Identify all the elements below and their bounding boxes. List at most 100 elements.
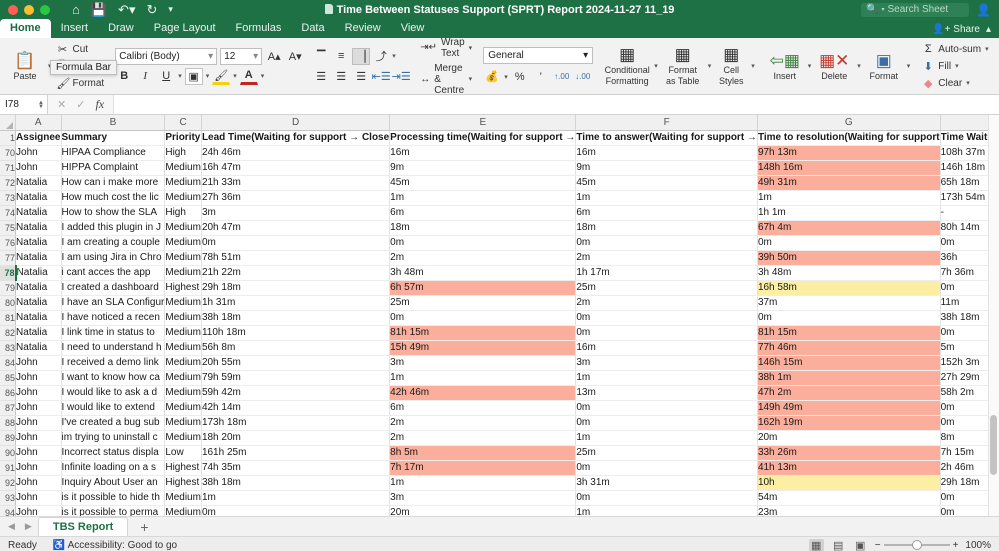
table-cell[interactable]: 54m (757, 490, 940, 505)
normal-view-button[interactable]: ▦ (809, 539, 824, 551)
table-cell[interactable]: I need to understand h (61, 340, 165, 355)
table-cell[interactable]: John (16, 430, 61, 445)
row-header-82[interactable]: 82 (0, 325, 16, 340)
table-cell[interactable]: Medium (165, 265, 202, 280)
table-cell[interactable]: John (16, 490, 61, 505)
table-cell[interactable]: 9m (576, 160, 758, 175)
customize-toolbar-icon[interactable]: ▾ (168, 5, 173, 14)
table-cell[interactable]: Medium (165, 490, 202, 505)
table-cell[interactable]: 38h 1m (757, 370, 940, 385)
table-cell[interactable]: 37m (757, 295, 940, 310)
table-cell[interactable]: HIPAA Compliance (61, 145, 165, 160)
add-sheet-button[interactable]: + (130, 519, 158, 535)
header-cell[interactable]: Priority (165, 130, 202, 145)
merge-centre-button[interactable]: ↔ Merge & Centre ▾ (420, 63, 472, 96)
increase-decimal-button[interactable]: ↑.00 (553, 68, 571, 85)
table-cell[interactable]: How can i make more (61, 175, 165, 190)
table-cell[interactable]: I am using Jira in Chro (61, 250, 165, 265)
table-cell[interactable]: 18m (390, 220, 576, 235)
tab-insert[interactable]: Insert (51, 19, 99, 38)
table-cell[interactable]: 59h 42m (201, 385, 389, 400)
table-cell[interactable]: John (16, 145, 61, 160)
table-cell[interactable]: I've created a bug sub (61, 415, 165, 430)
header-cell[interactable]: Time to resolution(Waiting for support (757, 130, 940, 145)
chevron-down-icon[interactable]: ▾ (253, 51, 258, 62)
table-cell[interactable]: High (165, 205, 202, 220)
name-box-spinner-icon[interactable]: ▲▼ (38, 101, 44, 109)
tab-data[interactable]: Data (291, 19, 334, 38)
table-cell[interactable]: 173h 18m (201, 415, 389, 430)
table-cell[interactable]: 24h 46m (201, 145, 389, 160)
increase-font-size-button[interactable]: A▴ (265, 48, 283, 65)
autosum-button[interactable]: Σ Auto-sum ▾ (920, 42, 990, 57)
format-dropdown-icon[interactable]: ▾ (907, 62, 911, 70)
fill-dropdown-icon[interactable]: ▾ (955, 62, 959, 70)
table-cell[interactable]: 3h 48m (757, 265, 940, 280)
table-cell[interactable]: Medium (165, 160, 202, 175)
borders-dropdown-icon[interactable]: ▾ (206, 72, 210, 80)
table-cell[interactable]: 18h 20m (201, 430, 389, 445)
chevron-down-icon[interactable]: ▾ (583, 50, 588, 61)
table-cell[interactable]: I have noticed a recen (61, 310, 165, 325)
table-cell[interactable]: im trying to uninstall c (61, 430, 165, 445)
table-cell[interactable]: Natalia (16, 190, 61, 205)
row-header-79[interactable]: 79 (0, 280, 16, 295)
row-header-93[interactable]: 93 (0, 490, 16, 505)
table-cell[interactable]: 0m (576, 235, 758, 250)
table-cell[interactable]: 38h 18m (201, 475, 389, 490)
table-cell[interactable]: 1h 1m (757, 205, 940, 220)
row-header-77[interactable]: 77 (0, 250, 16, 265)
table-cell[interactable]: 1m (576, 190, 758, 205)
align-top-button[interactable]: ▔ (312, 48, 330, 65)
table-cell[interactable]: 9m (390, 160, 576, 175)
row-header-74[interactable]: 74 (0, 205, 16, 220)
undo-icon[interactable]: ↶▾ (118, 3, 135, 16)
table-cell[interactable]: 33h 26m (757, 445, 940, 460)
format-as-table-button[interactable]: ▦ Format as Table (661, 40, 705, 92)
search-sheet-input[interactable]: 🔍 ▾ Search Sheet (861, 3, 969, 17)
table-cell[interactable]: Medium (165, 355, 202, 370)
table-cell[interactable]: 45m (390, 175, 576, 190)
table-cell[interactable]: 41h 13m (757, 460, 940, 475)
header-cell[interactable]: Assignee (16, 130, 61, 145)
column-header-e[interactable]: E (390, 115, 576, 130)
table-cell[interactable]: 79h 59m (201, 370, 389, 385)
table-cell[interactable]: 6h 57m (390, 280, 576, 295)
align-right-button[interactable]: ☰ (352, 68, 370, 85)
decrease-indent-button[interactable]: ⇤☰ (372, 68, 390, 85)
sheet-tab-bar[interactable]: ◀ ▶ TBS Report + (0, 516, 999, 536)
currency-dropdown-icon[interactable]: ▾ (504, 73, 508, 81)
column-header-f[interactable]: F (576, 115, 758, 130)
table-cell[interactable]: Natalia (16, 205, 61, 220)
currency-button[interactable]: 💰 (483, 68, 501, 85)
cell-styles-dropdown-icon[interactable]: ▾ (751, 62, 755, 70)
table-cell[interactable]: Infinite loading on a s (61, 460, 165, 475)
table-cell[interactable]: 25m (576, 445, 758, 460)
table-cell[interactable]: 0m (201, 235, 389, 250)
table-cell[interactable]: Natalia (16, 295, 61, 310)
page-break-view-button[interactable]: ▣ (853, 539, 868, 551)
table-cell[interactable]: 39h 50m (757, 250, 940, 265)
table-cell[interactable]: 16h 58m (757, 280, 940, 295)
format-painter-button[interactable]: 🖌 Format (55, 76, 107, 91)
row-header-75[interactable]: 75 (0, 220, 16, 235)
format-as-table-dropdown-icon[interactable]: ▾ (708, 62, 712, 70)
column-header-c[interactable]: C (165, 115, 202, 130)
autosum-dropdown-icon[interactable]: ▾ (985, 45, 989, 53)
clear-dropdown-icon[interactable]: ▾ (966, 79, 970, 87)
table-cell[interactable]: 1h 17m (576, 265, 758, 280)
table-cell[interactable]: 3h 48m (390, 265, 576, 280)
cut-button[interactable]: ✂ Cut (55, 42, 107, 57)
align-middle-button[interactable]: ≡ (332, 48, 350, 65)
column-header-d[interactable]: D (201, 115, 389, 130)
table-cell[interactable]: Medium (165, 430, 202, 445)
table-cell[interactable]: 6m (576, 205, 758, 220)
table-cell[interactable]: 1m (390, 475, 576, 490)
confirm-entry-icon[interactable]: ✓ (76, 98, 85, 111)
table-cell[interactable]: Medium (165, 175, 202, 190)
insert-function-icon[interactable]: fx (95, 97, 104, 112)
table-cell[interactable]: 77h 46m (757, 340, 940, 355)
row-header-84[interactable]: 84 (0, 355, 16, 370)
table-cell[interactable]: 13m (576, 385, 758, 400)
table-cell[interactable]: 45m (576, 175, 758, 190)
